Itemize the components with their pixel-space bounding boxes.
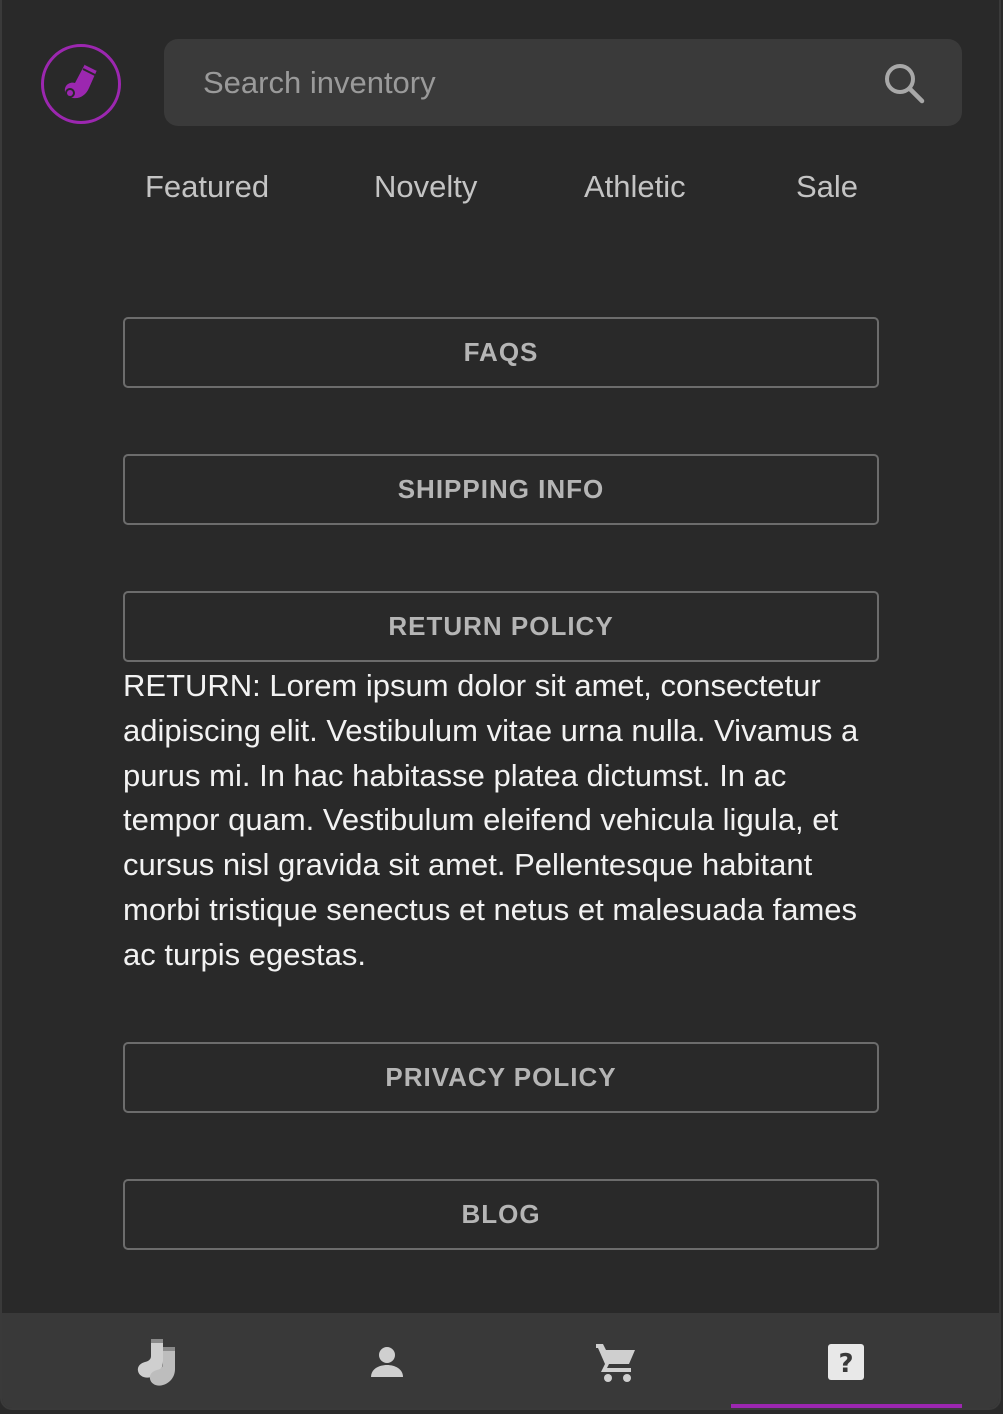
return-policy-button[interactable]: RETURN POLICY — [123, 591, 879, 662]
shipping-info-button[interactable]: SHIPPING INFO — [123, 454, 879, 525]
search-icon[interactable] — [882, 61, 926, 105]
active-tab-indicator — [731, 1404, 962, 1408]
return-policy-text: RETURN: Lorem ipsum dolor sit amet, cons… — [123, 668, 859, 972]
socks-icon — [137, 1338, 175, 1386]
tab-shop[interactable] — [42, 1313, 272, 1408]
faqs-button[interactable]: FAQS — [123, 317, 879, 388]
sock-logo-glyph — [64, 63, 98, 99]
category-nav: Featured Novelty Athletic Sale — [2, 164, 999, 212]
logo-sock-icon[interactable] — [41, 44, 121, 124]
category-novelty[interactable]: Novelty — [374, 164, 477, 210]
svg-text:?: ? — [838, 1349, 853, 1379]
privacy-policy-button[interactable]: PRIVACY POLICY — [123, 1042, 879, 1113]
category-sale[interactable]: Sale — [796, 164, 858, 210]
search-input[interactable] — [201, 63, 865, 102]
app-frame: Featured Novelty Athletic Sale FAQS SHIP… — [0, 0, 1001, 1410]
blog-button[interactable]: BLOG — [123, 1179, 879, 1250]
bottom-tab-bar: ? — [2, 1313, 999, 1408]
tab-cart[interactable] — [501, 1313, 731, 1408]
cart-icon — [596, 1343, 635, 1382]
tab-help[interactable]: ? — [731, 1313, 961, 1408]
person-icon — [371, 1346, 403, 1377]
search-bar — [164, 39, 962, 126]
category-athletic[interactable]: Athletic — [584, 164, 686, 210]
tab-account[interactable] — [272, 1313, 502, 1408]
category-featured[interactable]: Featured — [145, 164, 269, 210]
help-icon: ? — [828, 1343, 864, 1380]
